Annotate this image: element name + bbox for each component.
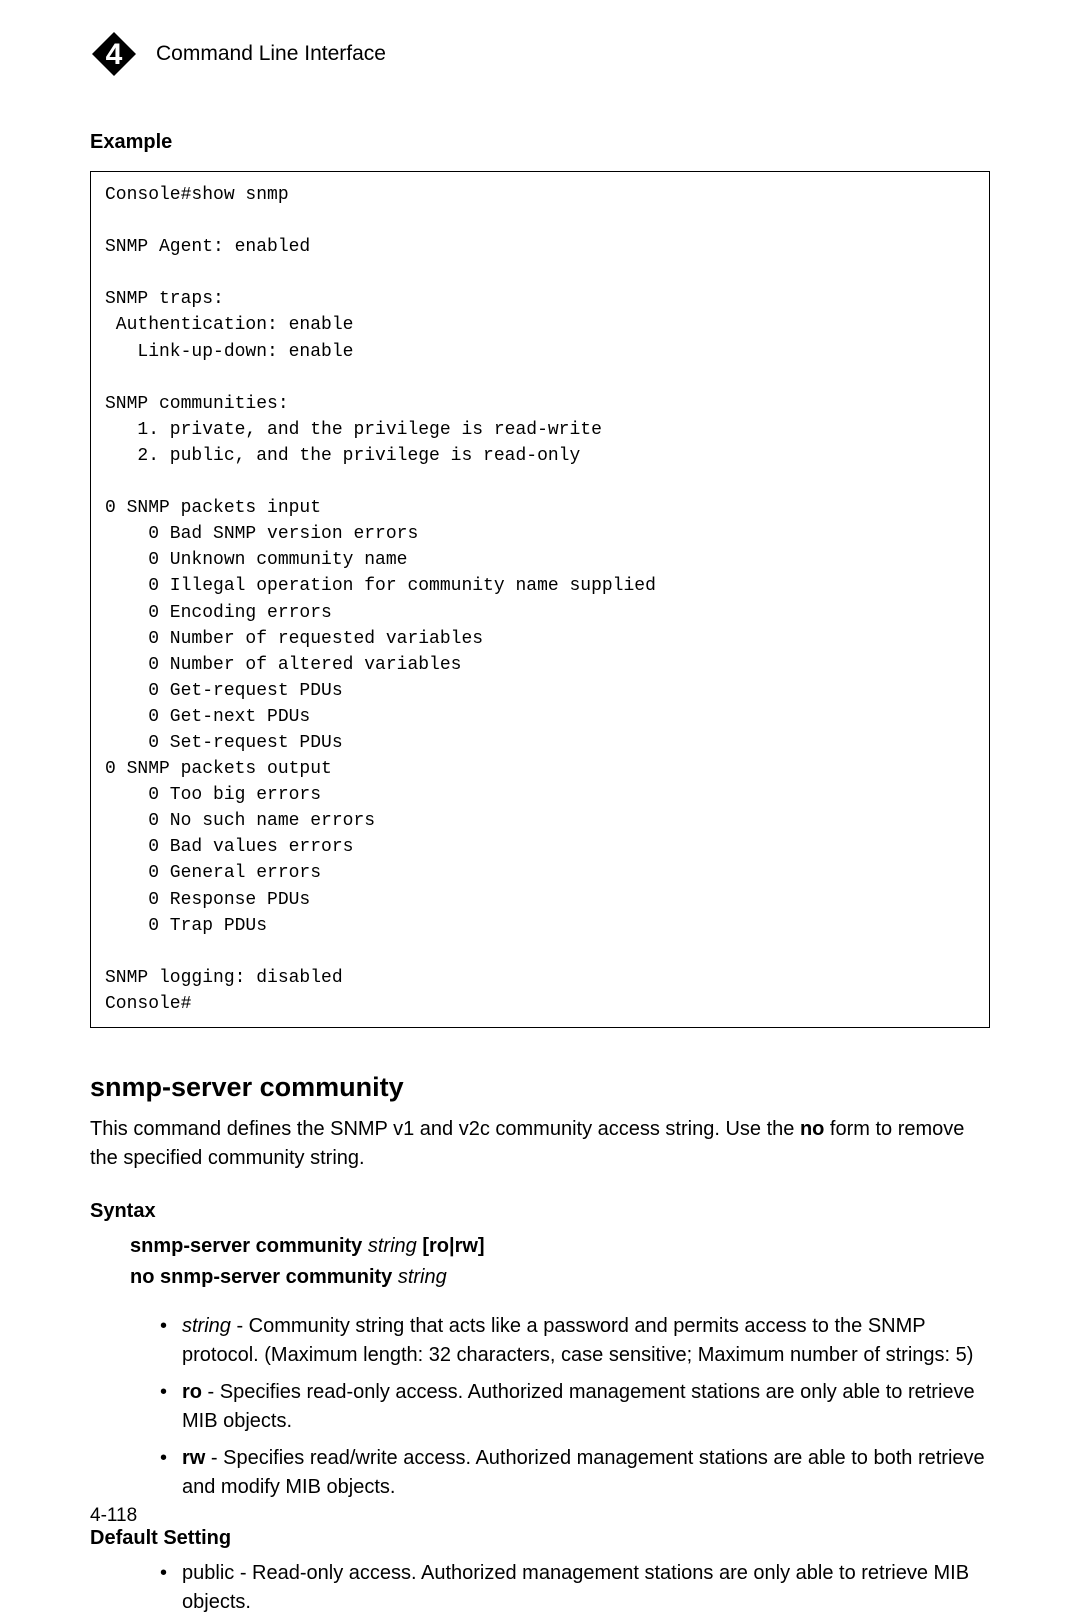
default-setting-heading: Default Setting bbox=[90, 1524, 990, 1553]
chapter-number-icon: 4 bbox=[90, 30, 138, 78]
syntax-options: [ro|rw] bbox=[417, 1235, 485, 1257]
list-item: ro - Specifies read-only access. Authori… bbox=[160, 1378, 990, 1436]
syntax-line-1: snmp-server community string [ro|rw] bbox=[130, 1232, 990, 1261]
page-number: 4-118 bbox=[90, 1502, 137, 1530]
list-item: rw - Specifies read/write access. Author… bbox=[160, 1444, 990, 1502]
syntax-line-2: no snmp-server community string bbox=[130, 1263, 990, 1292]
description-no-keyword: no bbox=[800, 1118, 824, 1140]
syntax-cmd: snmp-server community bbox=[130, 1235, 368, 1257]
description-prefix: This command defines the SNMP v1 and v2c… bbox=[90, 1118, 800, 1140]
default-setting-list: public - Read-only access. Authorized ma… bbox=[160, 1559, 990, 1617]
param-term-ro: ro bbox=[182, 1381, 202, 1403]
syntax-no-cmd: no snmp-server community bbox=[130, 1266, 398, 1288]
page-header: 4 Command Line Interface bbox=[90, 30, 990, 78]
parameter-list: string - Community string that acts like… bbox=[160, 1312, 990, 1502]
list-item: public - Read-only access. Authorized ma… bbox=[160, 1559, 990, 1617]
param-desc: - Specifies read-only access. Authorized… bbox=[182, 1381, 975, 1432]
syntax-no-param: string bbox=[398, 1266, 447, 1288]
example-heading: Example bbox=[90, 128, 990, 157]
syntax-heading: Syntax bbox=[90, 1197, 990, 1226]
syntax-param: string bbox=[368, 1235, 417, 1257]
example-code-block: Console#show snmp SNMP Agent: enabled SN… bbox=[90, 171, 990, 1028]
chapter-title: Command Line Interface bbox=[156, 39, 386, 69]
command-title: snmp-server community bbox=[90, 1068, 990, 1107]
syntax-block: snmp-server community string [ro|rw] no … bbox=[90, 1232, 990, 1292]
command-description: This command defines the SNMP v1 and v2c… bbox=[90, 1115, 990, 1173]
param-term-rw: rw bbox=[182, 1447, 205, 1469]
svg-text:4: 4 bbox=[106, 38, 123, 71]
param-desc: - Community string that acts like a pass… bbox=[182, 1315, 973, 1366]
param-desc: - Specifies read/write access. Authorize… bbox=[182, 1447, 985, 1498]
list-item: string - Community string that acts like… bbox=[160, 1312, 990, 1370]
param-term-string: string bbox=[182, 1315, 231, 1337]
